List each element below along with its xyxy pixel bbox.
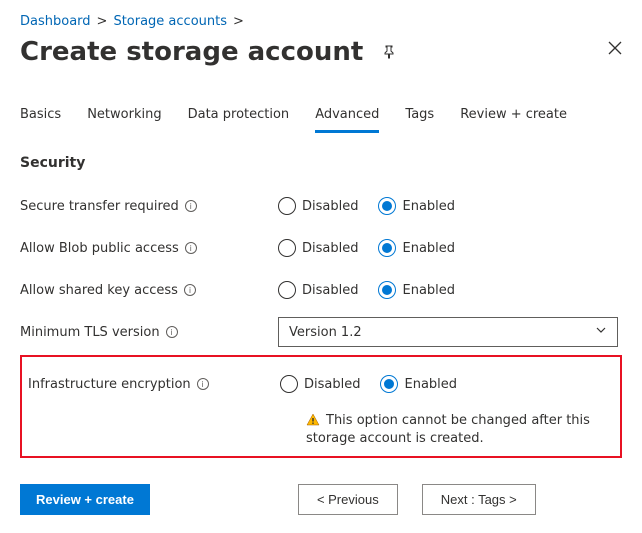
chevron-down-icon — [594, 324, 607, 340]
radio-label: Enabled — [402, 283, 455, 298]
infra-encrypt-warning: This option cannot be changed after this… — [306, 413, 626, 446]
footer: Review + create < Previous Next : Tags > — [20, 484, 622, 515]
info-icon[interactable]: i — [197, 378, 209, 390]
close-icon[interactable] — [608, 41, 622, 55]
blob-public-enabled[interactable]: Enabled — [378, 239, 455, 257]
row-tls: Minimum TLS version i Version 1.2 — [20, 311, 622, 353]
info-icon[interactable]: i — [185, 242, 197, 254]
tab-advanced[interactable]: Advanced — [315, 105, 379, 133]
radio-icon — [380, 375, 398, 393]
radio-icon — [280, 375, 298, 393]
tls-label: Minimum TLS version — [20, 325, 160, 340]
section-security: Security — [20, 155, 622, 171]
shared-key-disabled[interactable]: Disabled — [278, 281, 358, 299]
radio-label: Enabled — [402, 241, 455, 256]
radio-label: Disabled — [302, 199, 358, 214]
blob-public-disabled[interactable]: Disabled — [278, 239, 358, 257]
radio-label: Disabled — [302, 283, 358, 298]
radio-icon — [378, 197, 396, 215]
secure-transfer-enabled[interactable]: Enabled — [378, 197, 455, 215]
tls-select[interactable]: Version 1.2 — [278, 317, 618, 347]
info-icon[interactable]: i — [166, 326, 178, 338]
warning-icon — [306, 413, 320, 431]
row-shared-key: Allow shared key access i Disabled Enabl… — [20, 269, 622, 311]
radio-label: Enabled — [402, 199, 455, 214]
tab-data-protection[interactable]: Data protection — [188, 105, 290, 133]
previous-button[interactable]: < Previous — [298, 484, 398, 515]
secure-transfer-label: Secure transfer required — [20, 199, 179, 214]
infra-encrypt-disabled[interactable]: Disabled — [280, 375, 360, 393]
infra-encrypt-label: Infrastructure encryption — [28, 377, 191, 392]
next-button[interactable]: Next : Tags > — [422, 484, 536, 515]
title-row: Create storage account — [20, 37, 622, 67]
warning-text: This option cannot be changed after this… — [306, 413, 590, 446]
tab-basics[interactable]: Basics — [20, 105, 61, 133]
radio-label: Disabled — [304, 377, 360, 392]
row-blob-public: Allow Blob public access i Disabled Enab… — [20, 227, 622, 269]
secure-transfer-disabled[interactable]: Disabled — [278, 197, 358, 215]
tabs: Basics Networking Data protection Advanc… — [20, 105, 622, 133]
chevron-right-icon: > — [97, 14, 108, 29]
pin-icon[interactable] — [381, 44, 397, 60]
page-title: Create storage account — [20, 37, 363, 67]
radio-icon — [278, 239, 296, 257]
tls-value: Version 1.2 — [289, 325, 362, 340]
row-infra-encrypt: Infrastructure encryption i Disabled Ena… — [26, 363, 616, 405]
tab-tags[interactable]: Tags — [405, 105, 434, 133]
info-icon[interactable]: i — [184, 284, 196, 296]
shared-key-label: Allow shared key access — [20, 283, 178, 298]
radio-icon — [278, 197, 296, 215]
highlight-infrastructure-encryption: Infrastructure encryption i Disabled Ena… — [20, 355, 622, 458]
radio-label: Disabled — [302, 241, 358, 256]
shared-key-enabled[interactable]: Enabled — [378, 281, 455, 299]
tab-networking[interactable]: Networking — [87, 105, 161, 133]
radio-label: Enabled — [404, 377, 457, 392]
tab-review-create[interactable]: Review + create — [460, 105, 567, 133]
radio-icon — [278, 281, 296, 299]
infra-encrypt-enabled[interactable]: Enabled — [380, 375, 457, 393]
radio-icon — [378, 239, 396, 257]
chevron-right-icon: > — [233, 14, 244, 29]
blob-public-label: Allow Blob public access — [20, 241, 179, 256]
review-create-button[interactable]: Review + create — [20, 484, 150, 515]
info-icon[interactable]: i — [185, 200, 197, 212]
breadcrumb: Dashboard > Storage accounts > — [20, 14, 622, 29]
breadcrumb-dashboard[interactable]: Dashboard — [20, 14, 91, 29]
breadcrumb-storage-accounts[interactable]: Storage accounts — [113, 14, 227, 29]
radio-icon — [378, 281, 396, 299]
row-secure-transfer: Secure transfer required i Disabled Enab… — [20, 185, 622, 227]
